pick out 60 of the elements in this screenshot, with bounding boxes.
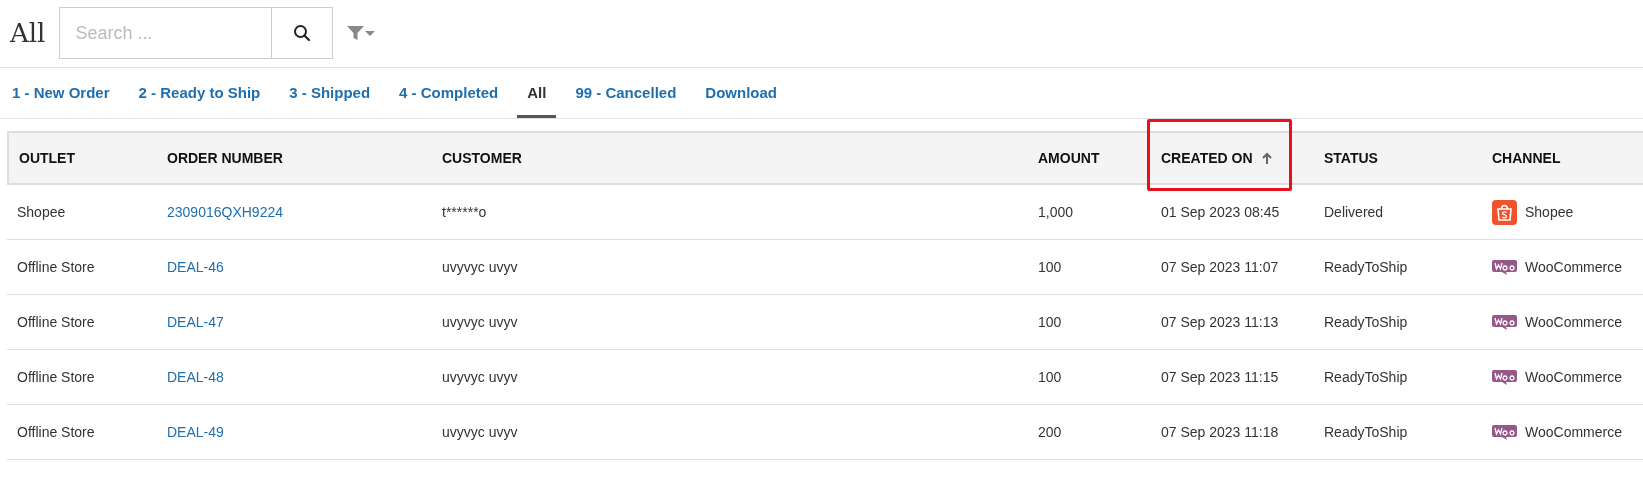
table-cell: 100 — [1028, 350, 1151, 405]
search-field[interactable]: Search ... — [59, 7, 272, 59]
table-cell: Shopee — [7, 185, 157, 240]
tab[interactable]: 99 - Cancelled — [565, 68, 687, 118]
channel-name: WooCommerce — [1525, 369, 1622, 385]
table-cell: 200 — [1028, 405, 1151, 460]
shopping-bag-icon — [1492, 199, 1517, 225]
channel-name: WooCommerce — [1525, 259, 1622, 275]
table-cell: ReadyToShip — [1314, 295, 1482, 350]
tab[interactable]: 3 - Shipped — [279, 68, 381, 118]
search-icon — [293, 24, 312, 42]
order-link[interactable]: DEAL-47 — [167, 314, 224, 330]
table-cell: Offline Store — [7, 295, 157, 350]
speech-bubble-logo-icon — [1492, 424, 1517, 440]
table-cell: 1,000 — [1028, 185, 1151, 240]
speech-bubble-logo-icon — [1492, 314, 1517, 330]
order-link[interactable]: DEAL-46 — [167, 259, 224, 275]
table-cell: 07 Sep 2023 11:07 — [1151, 240, 1314, 295]
tab[interactable]: All — [517, 68, 557, 118]
table-cell: t******o — [432, 185, 1028, 240]
tab[interactable]: 1 - New Order — [2, 68, 120, 118]
table-cell: uvyvyc uvyv — [432, 295, 1028, 350]
tab[interactable]: 4 - Completed — [389, 68, 509, 118]
column-header[interactable]: CREATED ON — [1151, 131, 1314, 185]
channel-name: WooCommerce — [1525, 314, 1622, 330]
order-link[interactable]: DEAL-49 — [167, 424, 224, 440]
order-link[interactable]: DEAL-48 — [167, 369, 224, 385]
table-cell: Offline Store — [7, 350, 157, 405]
table-cell: 100 — [1028, 295, 1151, 350]
column-label: CREATED ON — [1161, 150, 1253, 166]
column-label: CHANNEL — [1492, 150, 1561, 166]
table-cell: Delivered — [1314, 185, 1482, 240]
table-cell: uvyvyc uvyv — [432, 405, 1028, 460]
speech-bubble-logo-icon — [1492, 369, 1517, 385]
channel-name: WooCommerce — [1525, 424, 1622, 440]
order-link[interactable]: 2309016QXH9224 — [167, 204, 283, 220]
column-label: CUSTOMER — [442, 150, 522, 166]
table-cell: ReadyToShip — [1314, 405, 1482, 460]
tab[interactable]: Download — [695, 68, 787, 118]
table-cell: 07 Sep 2023 11:13 — [1151, 295, 1314, 350]
search-button[interactable] — [271, 7, 334, 59]
table-cell: 07 Sep 2023 11:15 — [1151, 350, 1314, 405]
table-cell: 100 — [1028, 240, 1151, 295]
column-label: ORDER NUMBER — [167, 150, 283, 166]
column-label: AMOUNT — [1038, 150, 1100, 166]
tab[interactable]: 2 - Ready to Ship — [128, 68, 271, 118]
channel-name: Shopee — [1525, 204, 1574, 220]
table-cell: ReadyToShip — [1314, 240, 1482, 295]
column-label: STATUS — [1324, 150, 1378, 166]
page-title: All — [10, 18, 46, 48]
table-cell: Offline Store — [7, 240, 157, 295]
filter-icon — [347, 25, 378, 41]
table-cell: ReadyToShip — [1314, 350, 1482, 405]
table-cell: 01 Sep 2023 08:45 — [1151, 185, 1314, 240]
table-cell: uvyvyc uvyv — [432, 240, 1028, 295]
column-label: OUTLET — [19, 150, 75, 166]
table-cell: Offline Store — [7, 405, 157, 460]
table-cell: uvyvyc uvyv — [432, 350, 1028, 405]
speech-bubble-logo-icon — [1492, 259, 1517, 275]
table-cell: 07 Sep 2023 11:18 — [1151, 405, 1314, 460]
